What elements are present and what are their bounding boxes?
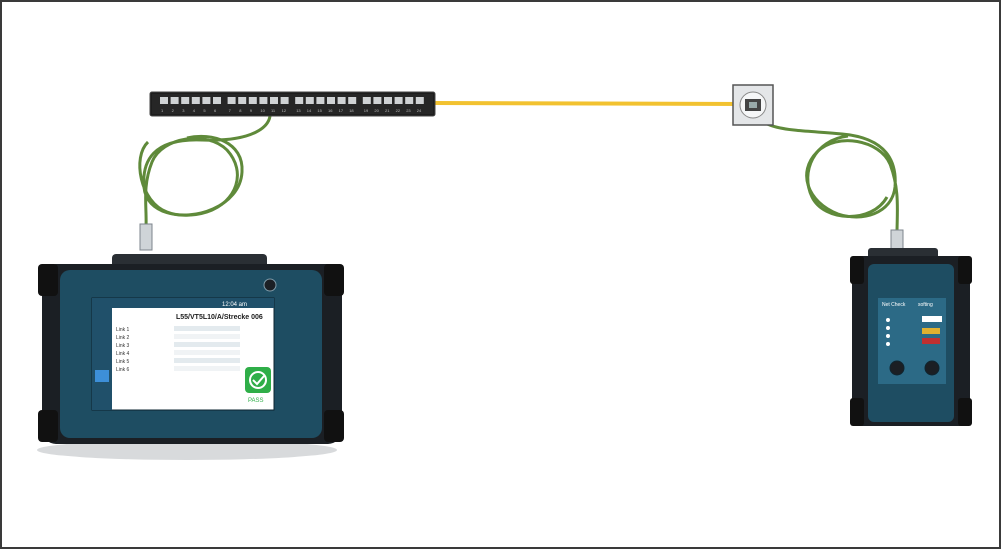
- patch-port-label: 14: [307, 108, 312, 113]
- patch-port: [327, 97, 335, 104]
- screen-row: [174, 334, 240, 339]
- patch-port: [238, 97, 247, 104]
- patch-port: [362, 97, 371, 104]
- patch-port: [270, 97, 278, 104]
- patch-port-label: 13: [296, 108, 301, 113]
- patch-port: [394, 97, 403, 104]
- patch-port: [259, 97, 268, 104]
- right-test-cord: [752, 111, 899, 235]
- screen-row: [174, 350, 240, 355]
- remote-brand: Net Check: [882, 302, 906, 308]
- patch-port: [191, 97, 200, 104]
- screen-row-label: Link 6: [116, 367, 130, 373]
- diagram-frame: 1 2 3 4 5 6 7 8 9 10 11 12 13 14 15 16 17 18 19 20 21 22 23 24 …: [0, 0, 1001, 549]
- patch-port-label: 24: [417, 108, 422, 113]
- patch-port: [373, 97, 382, 104]
- status-time: 12:04 am: [222, 302, 247, 308]
- screen-row: [174, 326, 240, 331]
- patch-port-label: 20: [374, 108, 379, 113]
- patch-port-label: 22: [396, 108, 401, 113]
- screen-row-label: Link 4: [116, 351, 130, 357]
- patch-port: [213, 97, 221, 104]
- patch-panel: 1 2 3 4 5 6 7 8 9 10 11 12 13 14 15 16 17 18 19 20 21 22 23 24: [149, 91, 436, 117]
- pass-label: PASS: [248, 398, 264, 404]
- patch-port: [202, 97, 211, 104]
- patch-port-label: 21: [385, 108, 390, 113]
- patch-port-label: 16: [328, 108, 333, 113]
- network-test-diagram: 1 2 3 4 5 6 7 8 9 10 11 12 13 14 15 16 17 18 19 20 21 22 23 24 …: [37, 84, 972, 460]
- patch-port: [227, 97, 236, 104]
- patch-port: [305, 97, 314, 104]
- screen-row-label: Link 2: [116, 335, 130, 341]
- left-rj45-plug: [139, 223, 153, 251]
- patch-port: [384, 97, 392, 104]
- patch-port-label: 15: [317, 108, 322, 113]
- patch-port-label: 17: [339, 108, 344, 113]
- pass-indicator: [245, 367, 271, 393]
- remote-tester-unit: Net Check softing: [850, 248, 972, 426]
- screen-row-label: Link 3: [116, 343, 130, 349]
- patch-port-label: 12: [282, 108, 287, 113]
- patch-port: [405, 97, 414, 104]
- patch-port: [348, 97, 357, 104]
- screen-row: [174, 358, 240, 363]
- screen-row: [174, 342, 240, 347]
- patch-port-label: 10: [260, 108, 265, 113]
- patch-port-label: 23: [406, 108, 411, 113]
- remote-badge: softing: [918, 302, 933, 308]
- patch-port: [181, 97, 190, 104]
- wall-outlet: [732, 84, 774, 126]
- patch-port: [248, 97, 257, 104]
- screen-row-label: Link 1: [116, 327, 130, 333]
- patch-port: [415, 97, 424, 104]
- patch-port: [170, 97, 179, 104]
- patch-port: [316, 97, 325, 104]
- patch-port: [160, 97, 168, 104]
- patch-port: [337, 97, 346, 104]
- patch-port-label: 18: [349, 108, 354, 113]
- main-tester-unit: 12:04 am L55/VT5L10/A/Strecke 006 Link 1…: [37, 254, 344, 460]
- patch-cable: [433, 101, 745, 106]
- screen-row: [174, 366, 240, 371]
- screen-row-label: Link 5: [116, 359, 130, 365]
- screen-title: L55/VT5L10/A/Strecke 006: [176, 314, 263, 321]
- patch-port: [280, 97, 289, 104]
- patch-port-label: 19: [364, 108, 369, 113]
- left-test-cord: [138, 111, 272, 228]
- patch-port: [295, 97, 304, 104]
